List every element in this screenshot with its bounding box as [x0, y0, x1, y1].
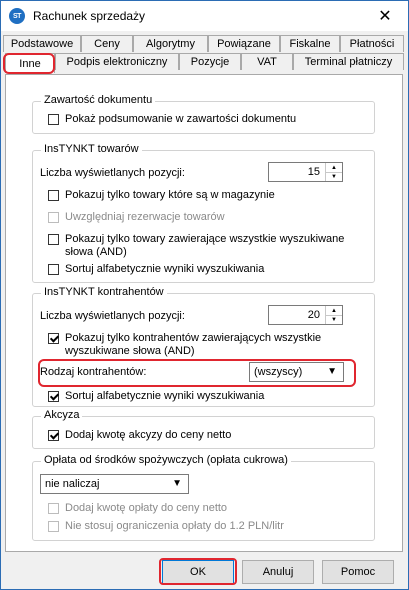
tab-fiskalne[interactable]: Fiskalne — [280, 35, 340, 52]
tab-vat[interactable]: VAT — [241, 53, 293, 70]
tab-podpis-elektroniczny[interactable]: Podpis elektroniczny — [55, 53, 179, 70]
checkbox-label: Pokazuj tylko towary zawierające wszystk… — [65, 233, 344, 259]
app-logo-icon: ST — [9, 8, 25, 24]
checkbox-box — [48, 521, 59, 532]
checkbox-label: Sortuj alfabetycznie wyniki wyszukiwania — [65, 263, 265, 275]
group-legend: InsTYNKT towarów — [41, 143, 142, 155]
help-button[interactable]: Pomoc — [322, 560, 394, 584]
checkbox-box[interactable] — [48, 234, 59, 245]
cancel-button[interactable]: Anuluj — [242, 560, 314, 584]
count-label: Liczba wyświetlanych pozycji: — [40, 167, 185, 179]
group-oplata-cukrowa: Opłata od środków spożywczych (opłata cu… — [32, 454, 375, 541]
checkbox-box[interactable] — [48, 264, 59, 275]
contractors-all-words-checkbox[interactable]: Pokazuj tylko kontrahentów zawierających… — [48, 332, 321, 358]
sugar-fee-select[interactable]: nie naliczaj ▼ — [40, 474, 189, 494]
spin-down-icon[interactable]: ▼ — [326, 315, 342, 324]
checkbox-box — [48, 503, 59, 514]
group-legend: Akcyza — [41, 409, 83, 421]
tab-inne[interactable]: Inne — [5, 53, 55, 73]
tab-terminal-platniczy[interactable]: Terminal płatniczy — [293, 53, 404, 70]
add-excise-checkbox[interactable]: Dodaj kwotę akcyzy do ceny netto — [48, 429, 231, 442]
tab-ceny[interactable]: Ceny — [81, 35, 133, 52]
window-title: Rachunek sprzedaży — [33, 9, 146, 23]
checkbox-box[interactable] — [48, 114, 59, 125]
label-line-2: słowa (AND) — [65, 246, 127, 258]
group-legend: Zawartość dokumentu — [41, 94, 156, 106]
no-limit-checkbox: Nie stosuj ograniczenia opłaty do 1.2 PL… — [48, 520, 284, 533]
tab-algorytmy[interactable]: Algorytmy — [133, 35, 208, 52]
checkbox-box[interactable] — [48, 391, 59, 402]
chevron-down-icon: ▼ — [327, 366, 337, 377]
dialog-window: ST Rachunek sprzedaży ✕ Podstawowe Ceny … — [0, 0, 409, 590]
checkbox-label: Pokazuj tylko towary które są w magazyni… — [65, 189, 275, 201]
contractors-count-spinner[interactable]: 20 ▲ ▼ — [268, 305, 343, 325]
contractor-type-label: Rodzaj kontrahentów: — [40, 366, 147, 378]
group-instynkt-kontrahentow: InsTYNKT kontrahentów Liczba wyświetlany… — [32, 286, 375, 407]
label-line-2: wyszukiwane słowa (AND) — [65, 345, 195, 357]
checkbox-box[interactable] — [48, 333, 59, 344]
tab-powiazane[interactable]: Powiązane — [208, 35, 280, 52]
group-akcyza: Akcyza Dodaj kwotę akcyzy do ceny netto — [32, 409, 375, 449]
contractors-sort-checkbox[interactable]: Sortuj alfabetycznie wyniki wyszukiwania — [48, 390, 264, 403]
only-in-stock-checkbox[interactable]: Pokazuj tylko towary które są w magazyni… — [48, 189, 275, 202]
checkbox-label: Dodaj kwotę opłaty do ceny netto — [65, 502, 228, 514]
checkbox-label: Dodaj kwotę akcyzy do ceny netto — [65, 429, 232, 441]
add-fee-checkbox: Dodaj kwotę opłaty do ceny netto — [48, 502, 227, 515]
label-line-1: Pokazuj tylko towary zawierające wszystk… — [65, 233, 345, 245]
select-value: (wszyscy) — [254, 366, 303, 378]
checkbox-label: Pokaż podsumowanie w zawartości dokument… — [65, 113, 297, 125]
tab-panel-inne: Zawartość dokumentu Pokaż podsumowanie w… — [5, 74, 403, 552]
checkbox-label: Uwzględniaj rezerwacje towarów — [65, 211, 225, 223]
goods-count-spinner[interactable]: 15 ▲ ▼ — [268, 162, 343, 182]
goods-all-words-checkbox[interactable]: Pokazuj tylko towary zawierające wszystk… — [48, 233, 344, 259]
contractor-type-select[interactable]: (wszyscy) ▼ — [249, 362, 344, 382]
spinner-buttons: ▲ ▼ — [325, 163, 342, 181]
ok-button[interactable]: OK — [162, 560, 234, 584]
tab-pozycje[interactable]: Pozycje — [179, 53, 241, 70]
tab-platnosci[interactable]: Płatności — [340, 35, 404, 52]
checkbox-box — [48, 212, 59, 223]
tab-podstawowe[interactable]: Podstawowe — [3, 35, 81, 52]
select-value: nie naliczaj — [45, 478, 100, 490]
group-legend: InsTYNKT kontrahentów — [41, 286, 167, 298]
group-instynkt-towarow: InsTYNKT towarów Liczba wyświetlanych po… — [32, 143, 375, 283]
title-bar: ST Rachunek sprzedaży ✕ — [1, 1, 408, 31]
count-label: Liczba wyświetlanych pozycji: — [40, 310, 185, 322]
checkbox-label: Sortuj alfabetycznie wyniki wyszukiwania — [65, 390, 265, 402]
group-zawartosc-dokumentu: Zawartość dokumentu Pokaż podsumowanie w… — [32, 94, 375, 134]
spin-down-icon[interactable]: ▼ — [326, 172, 342, 181]
reservations-checkbox: Uwzględniaj rezerwacje towarów — [48, 211, 225, 224]
goods-sort-checkbox[interactable]: Sortuj alfabetycznie wyniki wyszukiwania — [48, 263, 264, 276]
group-legend: Opłata od środków spożywczych (opłata cu… — [41, 454, 291, 466]
label-line-1: Pokazuj tylko kontrahentów zawierających… — [65, 332, 322, 344]
dialog-button-bar: OK Anuluj Pomoc — [1, 552, 408, 589]
checkbox-label: Nie stosuj ograniczenia opłaty do 1.2 PL… — [65, 520, 284, 532]
tab-strip: Podstawowe Ceny Algorytmy Powiązane Fisk… — [1, 31, 408, 75]
checkbox-box[interactable] — [48, 190, 59, 201]
close-icon[interactable]: ✕ — [362, 1, 408, 31]
checkbox-box[interactable] — [48, 430, 59, 441]
spinner-value: 15 — [307, 166, 320, 178]
spinner-buttons: ▲ ▼ — [325, 306, 342, 324]
spinner-value: 20 — [307, 309, 320, 321]
checkbox-label: Pokazuj tylko kontrahentów zawierających… — [65, 332, 321, 358]
show-summary-checkbox[interactable]: Pokaż podsumowanie w zawartości dokument… — [48, 113, 296, 126]
chevron-down-icon: ▼ — [172, 478, 182, 489]
